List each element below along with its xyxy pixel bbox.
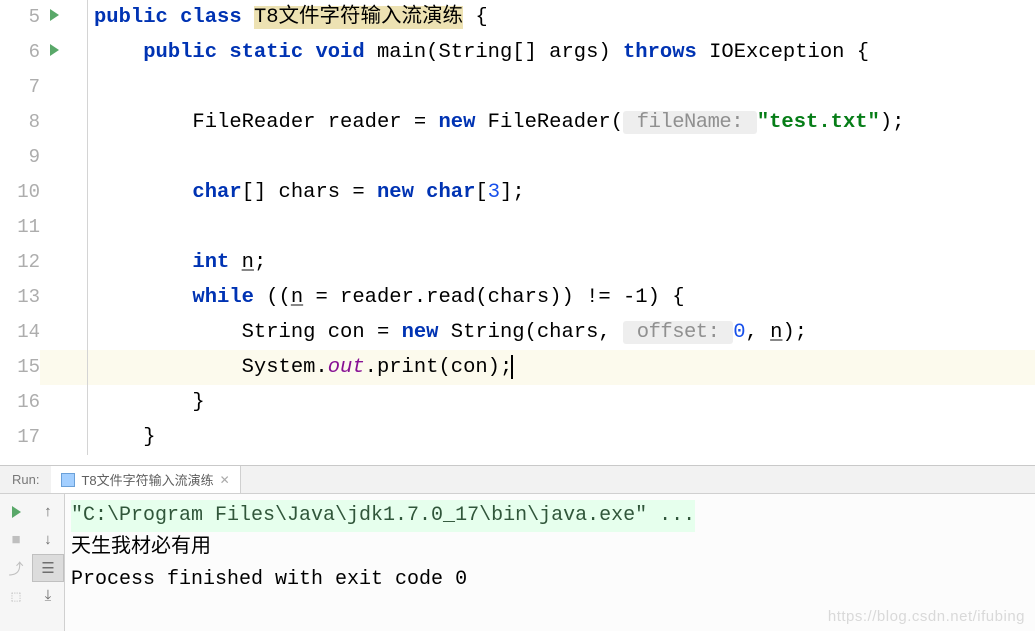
command-line: "C:\Program Files\Java\jdk1.7.0_17\bin\j… [71, 500, 695, 532]
run-gutter-icon[interactable] [40, 0, 68, 35]
fold-gutter [68, 35, 88, 70]
line-number: 12 [0, 245, 40, 280]
line-number: 9 [0, 140, 40, 175]
code-line-14[interactable]: 14 String con = new String(chars, offset… [0, 315, 1035, 350]
line-number: 13 [0, 280, 40, 315]
code-line-8[interactable]: 8 FileReader reader = new FileReader( fi… [0, 105, 1035, 140]
run-gutter-icon[interactable] [40, 35, 68, 70]
filter-button[interactable]: ⬚ [0, 582, 32, 610]
soft-wrap-button[interactable]: ☰ [32, 554, 64, 582]
caret [511, 355, 513, 379]
line-number: 8 [0, 105, 40, 140]
keyword: char [192, 181, 241, 204]
parameter-hint: offset: [623, 321, 733, 344]
up-button[interactable]: ↑ [32, 498, 64, 526]
rerun-button[interactable] [0, 498, 32, 526]
string-literal: "test.txt" [757, 111, 880, 134]
variable: n [770, 321, 782, 344]
code-content[interactable]: public static void main(String[] args) t… [88, 35, 1035, 70]
variable: n [291, 286, 303, 309]
code-line-16[interactable]: 16 } [0, 385, 1035, 420]
number-literal: 3 [488, 181, 500, 204]
keyword: public static void [143, 41, 364, 64]
line-number: 11 [0, 210, 40, 245]
run-tab[interactable]: T8文件字符输入流演练 ✕ [51, 466, 240, 493]
code-line-13[interactable]: 13 while ((n = reader.read(chars)) != -1… [0, 280, 1035, 315]
parameter-hint: fileName: [623, 111, 757, 134]
code-line-12[interactable]: 12 int n; [0, 245, 1035, 280]
line-number: 7 [0, 70, 40, 105]
code-line-17[interactable]: 17 } [0, 420, 1035, 455]
keyword: throws [623, 41, 697, 64]
keyword: new [438, 111, 475, 134]
keyword: new char [377, 181, 475, 204]
scroll-to-end-button[interactable]: ⤓ [32, 582, 64, 610]
restart-button[interactable]: ⤴ [0, 554, 32, 582]
run-toolbar: ↑ ■ ↓ ⤴ ☰ ⬚ ⤓ [0, 494, 65, 631]
run-panel-label: Run: [0, 472, 51, 487]
keyword: int [192, 251, 229, 274]
run-tab-label: T8文件字符输入流演练 [81, 470, 213, 489]
brace: { [463, 6, 488, 29]
code-line-6[interactable]: 6 public static void main(String[] args)… [0, 35, 1035, 70]
line-number: 10 [0, 175, 40, 210]
class-name: T8文件字符输入流演练 [254, 6, 463, 29]
keyword: while [192, 286, 254, 309]
code-line-11[interactable]: 11 [0, 210, 1035, 245]
code-line-7[interactable]: 7 [0, 70, 1035, 105]
stdout-line: 天生我材必有用 [71, 536, 211, 559]
line-number: 15 [0, 350, 40, 385]
code-editor[interactable]: 5 public class T8文件字符输入流演练 { 6 public st… [0, 0, 1035, 465]
run-config-icon [61, 473, 75, 487]
stop-button[interactable]: ■ [0, 526, 32, 554]
line-number: 5 [0, 0, 40, 35]
down-button[interactable]: ↓ [32, 526, 64, 554]
keyword: public class [94, 6, 254, 29]
line-number: 17 [0, 420, 40, 455]
line-number: 16 [0, 385, 40, 420]
watermark: https://blog.csdn.net/ifubing [828, 608, 1025, 625]
code-line-10[interactable]: 10 char[] chars = new char[3]; [0, 175, 1035, 210]
close-icon[interactable]: ✕ [220, 473, 230, 487]
number-literal: 0 [733, 321, 745, 344]
static-field: out [328, 356, 365, 379]
run-panel: Run: T8文件字符输入流演练 ✕ ↑ ■ ↓ ⤴ ☰ ⬚ ⤓ "C:\Pro… [0, 465, 1035, 631]
line-number: 6 [0, 35, 40, 70]
code-content[interactable]: public class T8文件字符输入流演练 { [88, 0, 1035, 35]
line-number: 14 [0, 315, 40, 350]
code-line-15[interactable]: 15 System.out.print(con); [0, 350, 1035, 385]
fold-gutter [68, 0, 88, 35]
variable: n [242, 251, 254, 274]
code-line-9[interactable]: 9 [0, 140, 1035, 175]
run-tab-bar: Run: T8文件字符输入流演练 ✕ [0, 466, 1035, 494]
exit-line: Process finished with exit code 0 [71, 568, 467, 591]
keyword: new [402, 321, 439, 344]
code-line-5[interactable]: 5 public class T8文件字符输入流演练 { [0, 0, 1035, 35]
